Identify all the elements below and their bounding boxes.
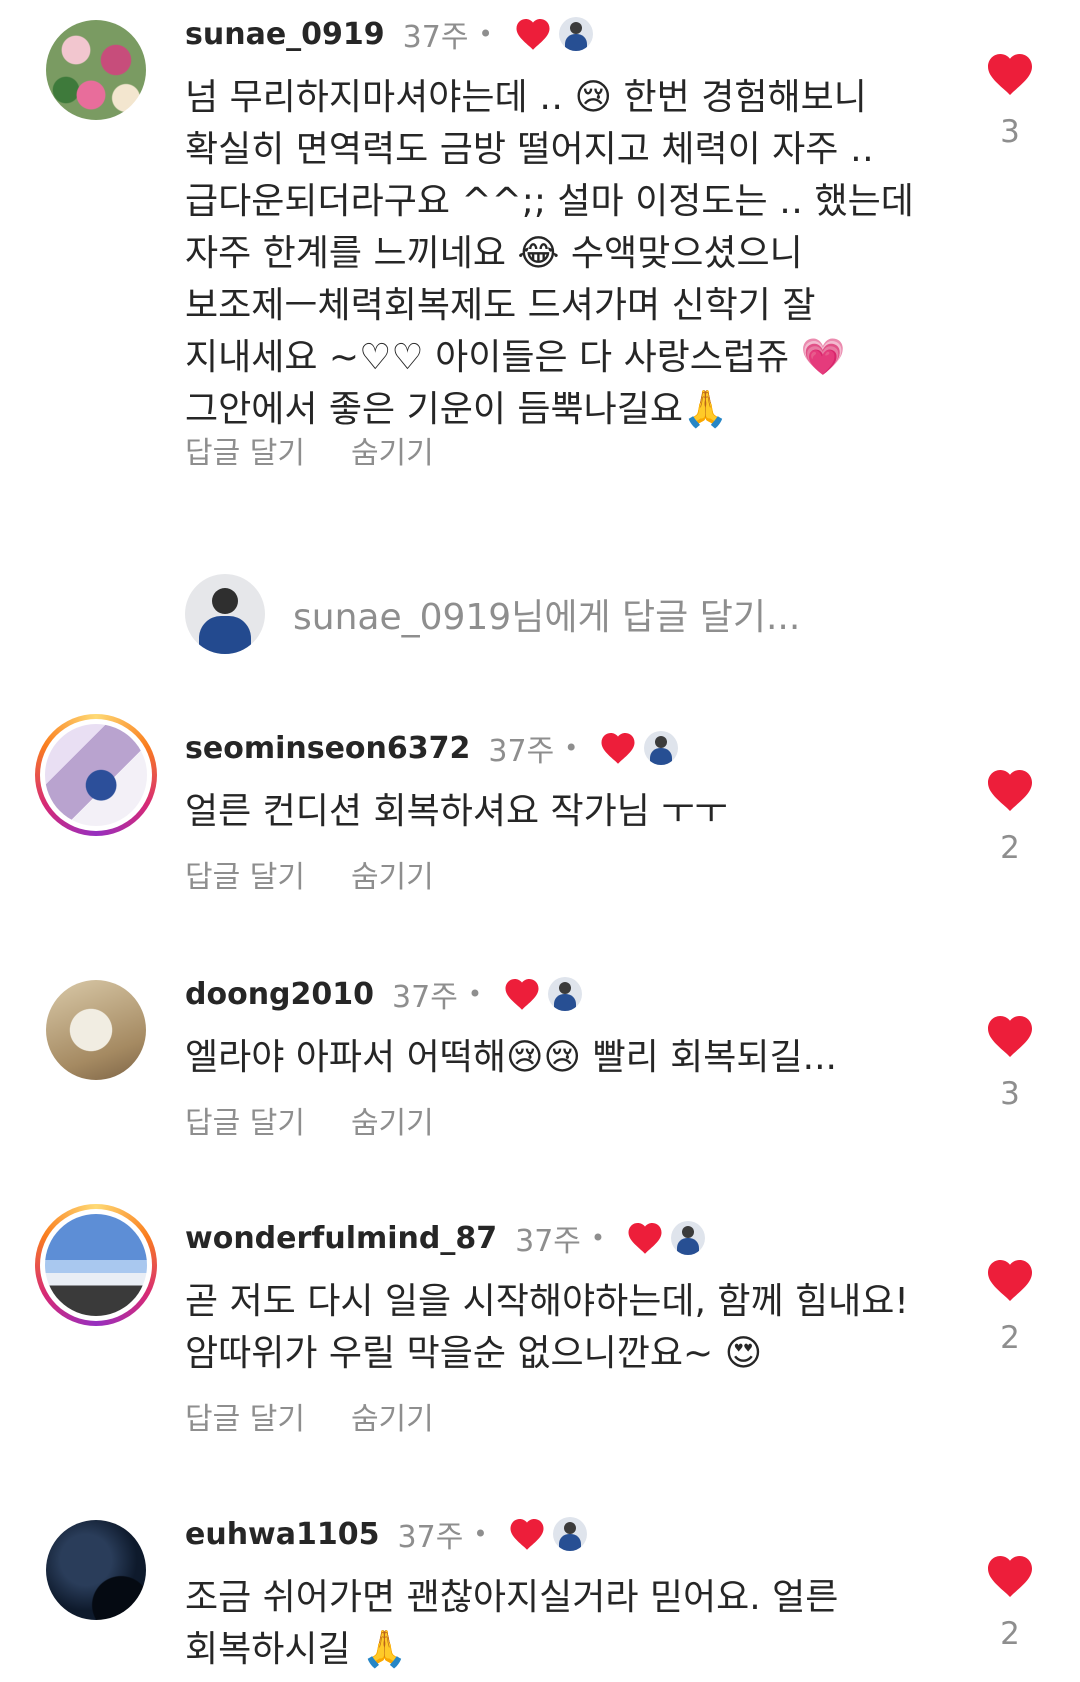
heart-icon[interactable] — [986, 1014, 1034, 1058]
comment-text: 넘 무리하지마셔야는데 ‥ 😢 한번 경험해보니 확실히 면역력도 금방 떨어지… — [185, 77, 914, 430]
avatar[interactable] — [35, 714, 157, 836]
creator-liked-heart-icon — [510, 1519, 544, 1550]
like-count: 2 — [1000, 1320, 1020, 1356]
like-control[interactable]: 2 — [985, 1554, 1035, 1652]
creator-avatar-icon — [558, 17, 593, 51]
comment-text: 조금 쉬어가면 괜찮아지실거라 믿어요. 얼른 회복하시길 🙏 — [185, 1577, 839, 1670]
comment-username[interactable]: wonderfulmind_87 — [185, 1221, 497, 1256]
comment-username[interactable]: seominseon6372 — [185, 731, 470, 766]
heart-icon[interactable] — [986, 52, 1034, 96]
creator-avatar-icon — [644, 731, 679, 765]
comment-time: 37주 — [397, 1520, 464, 1555]
creator-liked-heart-icon — [505, 979, 539, 1010]
like-count: 2 — [1000, 830, 1020, 866]
comment-time: 37주 — [402, 20, 469, 55]
like-control[interactable]: 2 — [985, 1258, 1035, 1356]
avatar[interactable] — [46, 980, 146, 1080]
reply-button[interactable]: 답글 달기 — [185, 1394, 305, 1438]
separator-dot: • — [473, 1520, 488, 1548]
comment-text: 곧 저도 다시 일을 시작해야하는데, 함께 힘내요! 암따위가 우릴 막을순 … — [185, 1281, 909, 1374]
creator-avatar-icon — [553, 1517, 588, 1551]
creator-liked-heart-icon — [601, 733, 635, 764]
creator-avatar-icon — [671, 1221, 706, 1255]
comment-text: 엘라야 아파서 어떡해😢😢 빨리 회복되길... — [185, 1037, 837, 1078]
my-avatar — [185, 574, 265, 654]
heart-icon[interactable] — [986, 1258, 1034, 1302]
hide-button[interactable]: 숨기기 — [351, 852, 434, 896]
separator-dot: • — [564, 734, 579, 762]
comment-time: 37주 — [488, 734, 555, 769]
reply-button[interactable]: 답글 달기 — [185, 428, 305, 472]
like-control[interactable]: 3 — [985, 52, 1035, 150]
creator-liked-heart-icon — [516, 19, 550, 50]
hide-button[interactable]: 숨기기 — [351, 428, 434, 472]
comment-username[interactable]: euhwa1105 — [185, 1517, 380, 1552]
comment-username[interactable]: sunae_0919 — [185, 17, 385, 52]
like-control[interactable]: 3 — [985, 1014, 1035, 1112]
comment-text: 얼른 컨디션 회복하셔요 작가님 ㅜㅜ — [185, 791, 728, 832]
reply-input-placeholder[interactable]: sunae_0919님에게 답글 달기... — [293, 588, 800, 640]
avatar[interactable] — [35, 1204, 157, 1326]
like-count: 3 — [1000, 1076, 1020, 1112]
separator-dot: • — [478, 20, 493, 48]
separator-dot: • — [590, 1224, 606, 1252]
reply-button[interactable]: 답글 달기 — [185, 852, 305, 896]
like-count: 3 — [1000, 114, 1020, 150]
creator-avatar-icon — [547, 977, 582, 1011]
comment-time: 37주 — [392, 980, 458, 1015]
separator-dot: • — [467, 980, 482, 1008]
heart-icon[interactable] — [986, 1554, 1034, 1598]
reply-button[interactable]: 답글 달기 — [185, 1098, 305, 1142]
like-count: 2 — [1000, 1616, 1020, 1652]
heart-icon[interactable] — [986, 768, 1034, 812]
hide-button[interactable]: 숨기기 — [351, 1098, 434, 1142]
hide-button[interactable]: 숨기기 — [351, 1394, 434, 1438]
avatar[interactable] — [46, 20, 146, 120]
comment-username[interactable]: doong2010 — [185, 977, 374, 1012]
avatar[interactable] — [46, 1520, 146, 1620]
reply-input-row[interactable]: sunae_0919님에게 답글 달기... — [185, 574, 800, 654]
comment-time: 37주 — [515, 1224, 581, 1259]
like-control[interactable]: 2 — [985, 768, 1035, 866]
creator-liked-heart-icon — [628, 1223, 662, 1254]
